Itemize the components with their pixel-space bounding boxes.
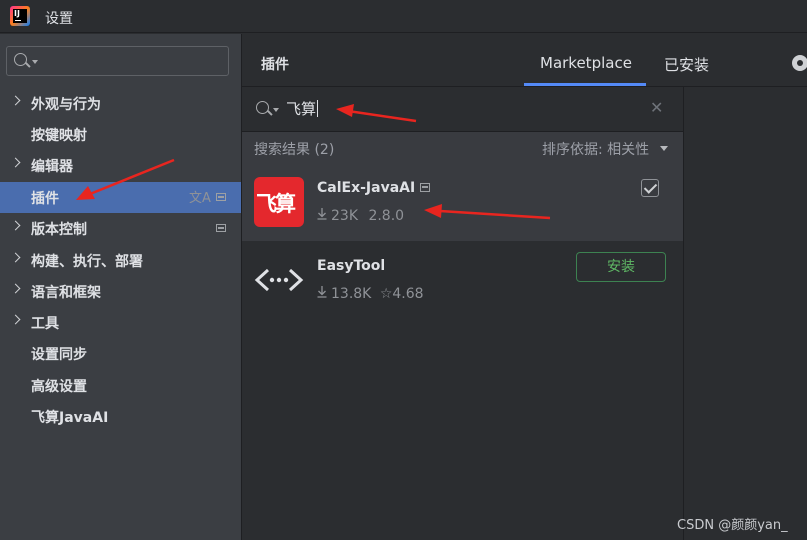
annotation-arrow: [424, 204, 551, 220]
annotation-arrow: [336, 104, 417, 123]
annotation-arrows: [76, 104, 551, 220]
watermark: CSDN @颜颜yan_: [677, 518, 788, 533]
annotation-arrow: [76, 158, 175, 200]
